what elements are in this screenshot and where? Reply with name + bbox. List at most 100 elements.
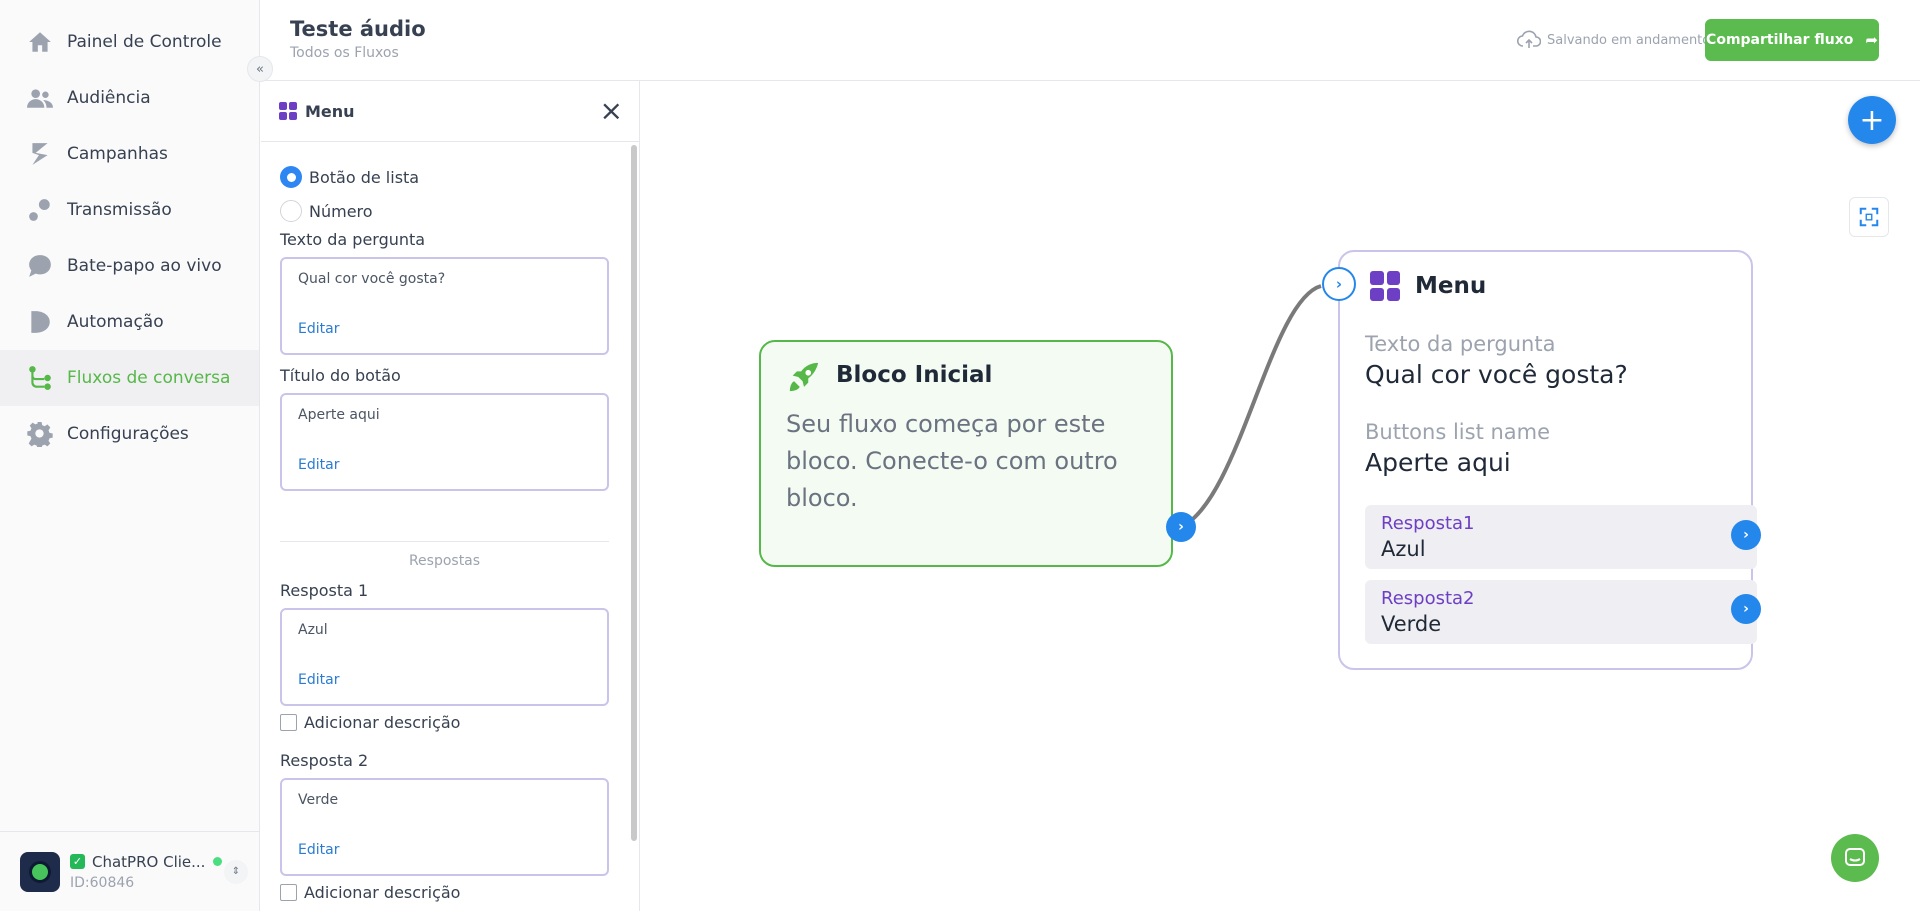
edit-response-1-link[interactable]: Editar: [298, 672, 339, 688]
rocket-icon: [789, 362, 819, 392]
edit-question-link[interactable]: Editar: [298, 321, 339, 337]
response-2-value: Verde: [298, 792, 339, 808]
share-flow-label: Compartilhar fluxo: [1706, 32, 1854, 48]
panel-header: Menu ×: [261, 81, 639, 142]
sidebar-item-audience[interactable]: Audiência: [0, 70, 259, 126]
menu-response-value: Verde: [1381, 612, 1442, 636]
edit-button-title-link[interactable]: Editar: [298, 457, 339, 473]
question-field[interactable]: Qual cor você gosta? Editar: [280, 257, 609, 355]
menu-block-title: Menu: [1415, 273, 1487, 299]
menu-block-input-port[interactable]: ›: [1322, 267, 1356, 301]
start-block-title: Bloco Inicial: [836, 362, 993, 388]
expand-icon: [1859, 207, 1879, 227]
sidebar-item-label: Campanhas: [67, 144, 168, 164]
share-icon: ➦: [1865, 31, 1878, 49]
page-title: Teste áudio: [290, 17, 426, 41]
radio-list-button[interactable]: Botão de lista: [280, 166, 419, 188]
whatsapp-check-icon: ✓: [70, 854, 85, 869]
sidebar-item-label: Automação: [67, 312, 164, 332]
account-switcher[interactable]: ✓ ChatPRO Clie... ID:60846 ⇕: [0, 831, 260, 911]
sidebar-item-campaigns[interactable]: Campanhas: [0, 126, 259, 182]
online-status-dot: [213, 857, 223, 866]
breadcrumb[interactable]: Todos os Fluxos: [290, 45, 399, 61]
sidebar-item-live-chat[interactable]: Bate-papo ao vivo: [0, 238, 259, 294]
add-block-button[interactable]: +: [1848, 96, 1896, 144]
sidebar-item-label: Transmissão: [67, 200, 172, 220]
response-1-field[interactable]: Azul Editar: [280, 608, 609, 706]
question-value: Qual cor você gosta?: [298, 271, 446, 287]
response-1-label: Resposta 1: [280, 581, 369, 600]
response-2-field[interactable]: Verde Editar: [280, 778, 609, 876]
fit-view-button[interactable]: [1849, 197, 1889, 237]
sidebar-item-label: Audiência: [67, 88, 151, 108]
block-settings-panel: Menu × Botão de lista Número Texto da pe…: [261, 81, 640, 911]
start-block-node[interactable]: Bloco Inicial Seu fluxo começa por este …: [759, 340, 1173, 567]
chat-icon: [27, 253, 53, 279]
chat-bubble-icon: [1845, 848, 1865, 866]
share-flow-button[interactable]: Compartilhar fluxo ➦: [1705, 19, 1879, 61]
button-title-label: Título do botão: [280, 366, 401, 385]
add-description-1[interactable]: Adicionar descrição: [280, 713, 460, 732]
sidebar-item-automation[interactable]: Automação: [0, 294, 259, 350]
collapse-sidebar-button[interactable]: «: [247, 56, 273, 82]
menu-question-label: Texto da pergunta: [1365, 332, 1556, 356]
sidebar-nav: Painel de Controle Audiência Campanhas T…: [0, 0, 259, 462]
radio-unselected[interactable]: [280, 200, 302, 222]
account-id: ID:60846: [70, 874, 135, 891]
responses-section-title: Respostas: [408, 553, 481, 569]
sidebar-item-dashboard[interactable]: Painel de Controle: [0, 14, 259, 70]
radio-selected[interactable]: [280, 166, 302, 188]
menu-block-icon: [279, 102, 297, 120]
add-description-checkbox[interactable]: [280, 884, 297, 901]
avatar: [20, 851, 60, 892]
sidebar-item-label: Painel de Controle: [67, 32, 222, 52]
automation-icon: [27, 309, 53, 335]
response-1-value: Azul: [298, 622, 328, 638]
broadcast-icon: [27, 197, 53, 223]
menu-buttons-value: Aperte aqui: [1365, 448, 1511, 477]
response-2-label: Resposta 2: [280, 751, 369, 770]
saving-text: Salvando em andamento: [1547, 32, 1711, 48]
sidebar-item-conversation-flows[interactable]: Fluxos de conversa: [0, 350, 259, 406]
sidebar-item-settings[interactable]: Configurações: [0, 406, 259, 462]
button-title-value: Aperte aqui: [298, 407, 380, 423]
radio-label: Botão de lista: [309, 167, 420, 187]
add-description-checkbox[interactable]: [280, 714, 297, 731]
sidebar-item-label: Fluxos de conversa: [67, 368, 231, 388]
menu-response-label: Resposta1: [1381, 513, 1475, 534]
account-name: ChatPRO Clie...: [92, 852, 206, 871]
sidebar-item-broadcast[interactable]: Transmissão: [0, 182, 259, 238]
response-2-output-port[interactable]: ›: [1731, 594, 1761, 624]
menu-block-node[interactable]: Menu Texto da pergunta Qual cor você gos…: [1338, 250, 1757, 670]
menu-response-label: Resposta2: [1381, 588, 1475, 609]
response-1-output-port[interactable]: ›: [1731, 520, 1761, 550]
radio-label: Número: [309, 201, 373, 221]
button-title-field[interactable]: Aperte aqui Editar: [280, 393, 609, 491]
radio-number[interactable]: Número: [280, 200, 373, 222]
users-icon: [27, 85, 53, 111]
menu-block-icon: [1370, 271, 1400, 301]
section-divider: [280, 541, 609, 542]
menu-question-value: Qual cor você gosta?: [1365, 360, 1628, 389]
sidebar-item-label: Bate-papo ao vivo: [67, 256, 222, 276]
add-description-label: Adicionar descrição: [304, 883, 461, 902]
add-description-2[interactable]: Adicionar descrição: [280, 883, 460, 902]
campaign-icon: [27, 141, 53, 167]
start-block-output-port[interactable]: ›: [1166, 512, 1196, 542]
add-description-label: Adicionar descrição: [304, 713, 461, 732]
edit-response-2-link[interactable]: Editar: [298, 842, 339, 858]
menu-response-item[interactable]: Resposta1 Azul: [1365, 505, 1757, 569]
sidebar-item-label: Configurações: [67, 424, 189, 444]
menu-response-item[interactable]: Resposta2 Verde: [1365, 580, 1757, 644]
switch-account-icon[interactable]: ⇕: [224, 859, 248, 884]
gear-icon: [27, 421, 53, 447]
sidebar: Painel de Controle Audiência Campanhas T…: [0, 0, 260, 911]
flow-header: Teste áudio Todos os Fluxos Salvando em …: [261, 0, 1920, 81]
cloud-upload-icon: [1517, 30, 1541, 48]
saving-status: Salvando em andamento: [1517, 30, 1710, 50]
close-icon[interactable]: ×: [600, 97, 623, 125]
start-block-description: Seu fluxo começa por este bloco. Conecte…: [786, 410, 1118, 512]
panel-scrollbar[interactable]: [631, 145, 637, 841]
menu-response-value: Azul: [1381, 537, 1426, 561]
support-chat-button[interactable]: [1831, 834, 1879, 882]
